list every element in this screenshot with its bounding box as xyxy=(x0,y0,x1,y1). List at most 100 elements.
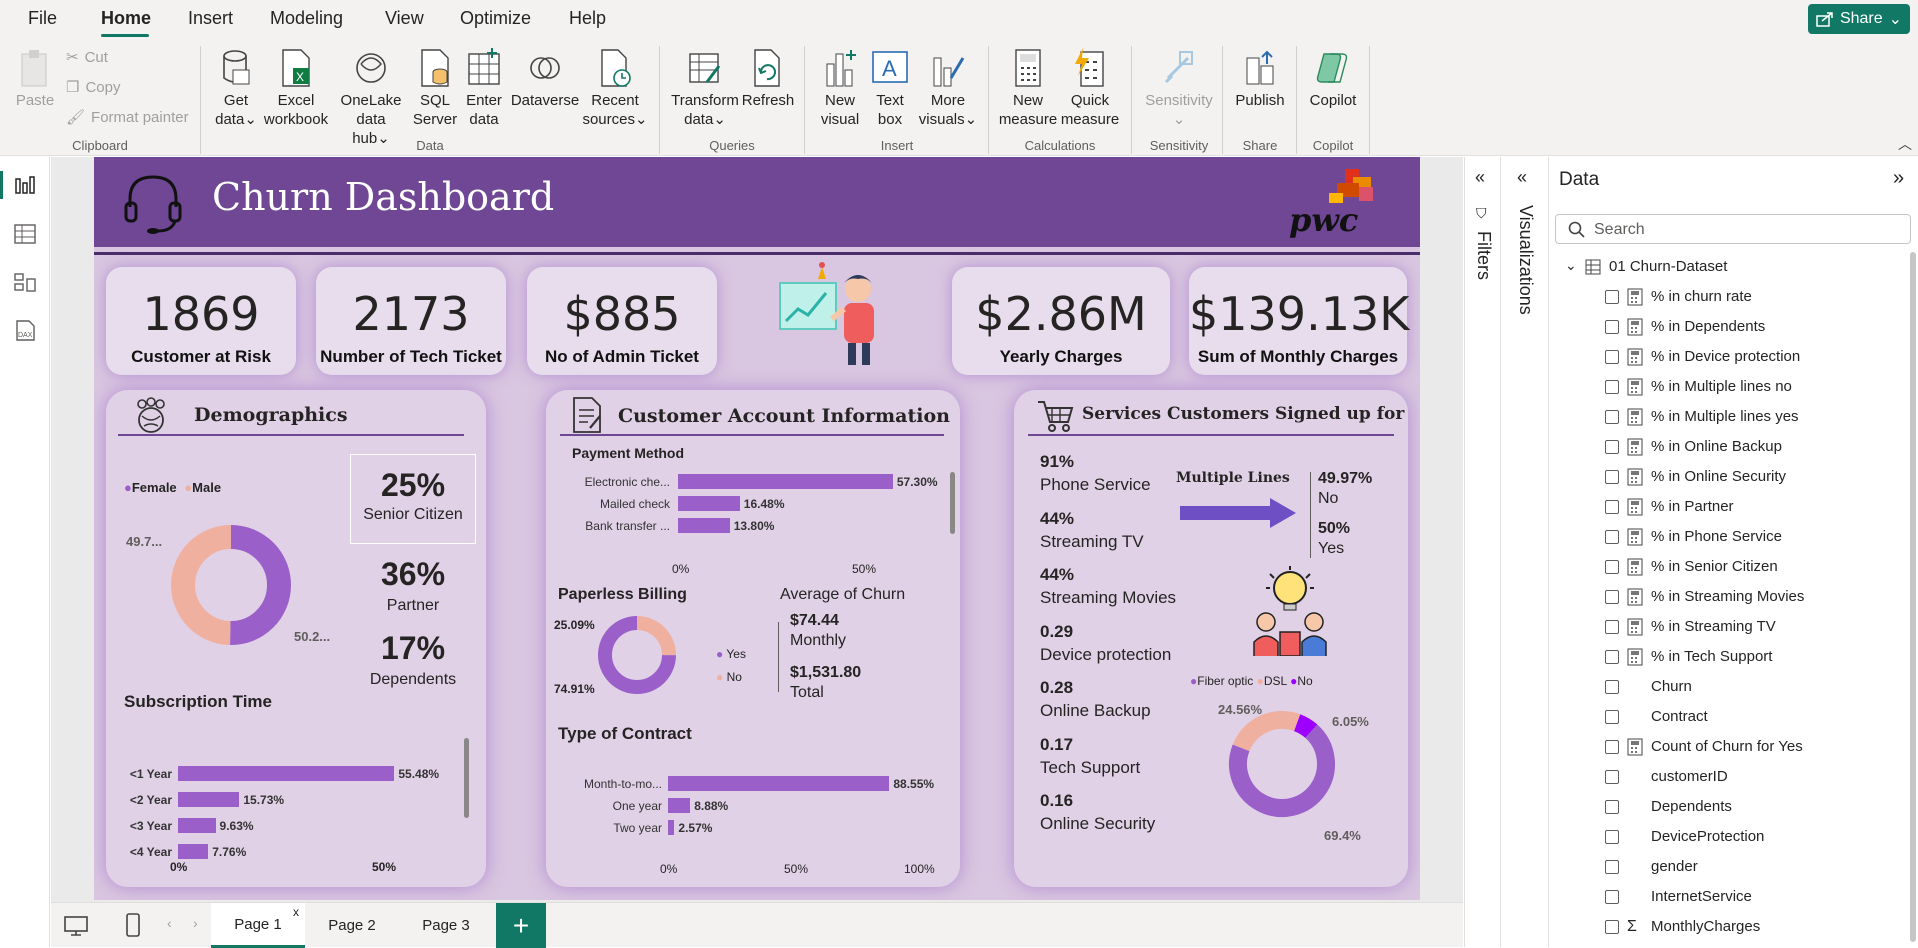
field-item[interactable]: gender xyxy=(1549,853,1909,883)
field-checkbox[interactable] xyxy=(1605,590,1619,604)
menu-insert[interactable]: Insert xyxy=(188,8,233,29)
field-checkbox[interactable] xyxy=(1605,560,1619,574)
field-checkbox[interactable] xyxy=(1605,470,1619,484)
report-view-icon[interactable] xyxy=(12,175,38,197)
field-checkbox[interactable] xyxy=(1605,920,1619,934)
enter-data-button[interactable]: Enter data xyxy=(462,48,506,129)
field-item[interactable]: Contract xyxy=(1549,703,1909,733)
kpi-tech-ticket[interactable]: 2173 Number of Tech Ticket xyxy=(316,267,506,375)
bar[interactable] xyxy=(178,844,209,859)
no-internet-slice[interactable] xyxy=(1293,714,1318,739)
field-checkbox[interactable] xyxy=(1605,320,1619,334)
field-checkbox[interactable] xyxy=(1605,680,1619,694)
field-item[interactable]: % in Online Backup xyxy=(1549,433,1909,463)
bar[interactable] xyxy=(678,518,730,533)
menu-help[interactable]: Help xyxy=(569,8,606,29)
field-item[interactable]: Count of Churn for Yes xyxy=(1549,733,1909,763)
transform-data-button[interactable]: Transform data⌄ xyxy=(670,48,740,129)
field-checkbox[interactable] xyxy=(1605,290,1619,304)
add-page-button[interactable]: + xyxy=(496,903,546,948)
field-item[interactable]: % in Multiple lines no xyxy=(1549,373,1909,403)
field-item[interactable]: % in Senior Citizen xyxy=(1549,553,1909,583)
gender-donut-chart[interactable] xyxy=(166,520,296,650)
text-box-button[interactable]: A Text box xyxy=(866,48,914,129)
bar[interactable] xyxy=(678,496,740,511)
desktop-layout-icon[interactable] xyxy=(63,915,89,937)
male-slice[interactable] xyxy=(171,525,232,645)
field-checkbox[interactable] xyxy=(1605,860,1619,874)
field-item[interactable]: Σ MonthlyCharges xyxy=(1549,913,1909,943)
paste-button[interactable]: Paste xyxy=(14,48,56,110)
get-data-button[interactable]: Get data⌄ xyxy=(213,48,259,129)
page-tab-3[interactable]: Page 3 xyxy=(399,903,493,948)
data-search-box[interactable]: Search xyxy=(1555,214,1911,244)
table-view-icon[interactable] xyxy=(12,223,38,245)
field-checkbox[interactable] xyxy=(1605,890,1619,904)
field-checkbox[interactable] xyxy=(1605,350,1619,364)
mobile-layout-icon[interactable] xyxy=(125,913,141,937)
field-checkbox[interactable] xyxy=(1605,620,1619,634)
paperless-no-slice[interactable] xyxy=(636,616,676,656)
more-visuals-button[interactable]: More visuals⌄ xyxy=(916,48,980,129)
field-checkbox[interactable] xyxy=(1605,740,1619,754)
page-next-icon[interactable]: › xyxy=(193,915,198,931)
field-checkbox[interactable] xyxy=(1605,650,1619,664)
page-tab-1[interactable]: Page 1x xyxy=(211,903,305,948)
field-item[interactable]: % in Phone Service xyxy=(1549,523,1909,553)
kpi-monthly-charges[interactable]: $139.13K Sum of Monthly Charges xyxy=(1189,267,1409,375)
field-item[interactable]: Dependents xyxy=(1549,793,1909,823)
dataverse-button[interactable]: Dataverse xyxy=(510,48,580,110)
menu-modeling[interactable]: Modeling xyxy=(270,8,343,29)
field-checkbox[interactable] xyxy=(1605,800,1619,814)
model-view-icon[interactable] xyxy=(12,271,38,293)
field-item[interactable]: customerID xyxy=(1549,763,1909,793)
field-checkbox[interactable] xyxy=(1605,500,1619,514)
field-item[interactable]: DeviceProtection xyxy=(1549,823,1909,853)
field-item[interactable]: % in Device protection xyxy=(1549,343,1909,373)
chart-scrollbar[interactable] xyxy=(464,738,469,818)
field-item[interactable]: % in Online Security xyxy=(1549,463,1909,493)
chevron-down-icon[interactable]: ⌄ xyxy=(1565,257,1577,274)
expand-visualizations-icon[interactable]: « xyxy=(1517,167,1527,188)
field-item[interactable]: Churn xyxy=(1549,673,1909,703)
menu-file[interactable]: File xyxy=(28,8,57,29)
quick-measure-button[interactable]: Quick measure xyxy=(1057,48,1123,129)
bar[interactable] xyxy=(678,474,893,489)
menu-home[interactable]: Home xyxy=(101,8,151,29)
cut-button[interactable]: ✂ Cut xyxy=(66,48,108,67)
dsl-slice[interactable] xyxy=(1232,711,1301,752)
filters-pane-collapsed[interactable]: « ⛉ Filters xyxy=(1464,157,1500,947)
bar[interactable] xyxy=(668,820,675,835)
publish-button[interactable]: Publish xyxy=(1232,48,1288,110)
menu-view[interactable]: View xyxy=(385,8,424,29)
copilot-button[interactable]: Copilot xyxy=(1303,48,1363,110)
refresh-button[interactable]: Refresh xyxy=(740,48,796,110)
field-item[interactable]: InternetService xyxy=(1549,883,1909,913)
kpi-admin-ticket[interactable]: $885 No of Admin Ticket xyxy=(527,267,717,375)
table-node[interactable]: ⌄ 01 Churn-Dataset xyxy=(1549,253,1909,283)
bar[interactable] xyxy=(178,766,395,781)
copy-button[interactable]: ❐ Copy xyxy=(66,78,120,97)
sensitivity-button[interactable]: Sensitivity ⌄ xyxy=(1138,48,1220,129)
field-item[interactable]: % in Partner xyxy=(1549,493,1909,523)
page-tab-2[interactable]: Page 2 xyxy=(305,903,399,948)
format-painter-button[interactable]: 🖌 Format painter xyxy=(66,108,189,127)
field-checkbox[interactable] xyxy=(1605,410,1619,424)
page-prev-icon[interactable]: ‹ xyxy=(167,915,172,931)
internet-service-donut-chart[interactable] xyxy=(1226,708,1338,820)
kpi-customer-at-risk[interactable]: 1869 Customer at Risk xyxy=(106,267,296,375)
dependents-card[interactable]: 17% Dependents xyxy=(350,630,476,689)
chart-scrollbar[interactable] xyxy=(950,472,955,534)
field-checkbox[interactable] xyxy=(1605,530,1619,544)
bar[interactable] xyxy=(668,776,890,791)
collapse-data-pane-icon[interactable]: » xyxy=(1893,167,1904,190)
data-pane-scrollbar[interactable] xyxy=(1910,252,1916,942)
visualizations-pane-collapsed[interactable]: « Visualizations xyxy=(1500,157,1548,947)
field-item[interactable]: % in churn rate xyxy=(1549,283,1909,313)
collapse-ribbon-icon[interactable]: ︿ xyxy=(1898,134,1912,154)
field-item[interactable]: % in Dependents xyxy=(1549,313,1909,343)
new-measure-button[interactable]: New measure xyxy=(995,48,1061,129)
recent-sources-button[interactable]: Recent sources⌄ xyxy=(580,48,650,129)
field-item[interactable]: % in Tech Support xyxy=(1549,643,1909,673)
field-item[interactable]: % in Streaming TV xyxy=(1549,613,1909,643)
